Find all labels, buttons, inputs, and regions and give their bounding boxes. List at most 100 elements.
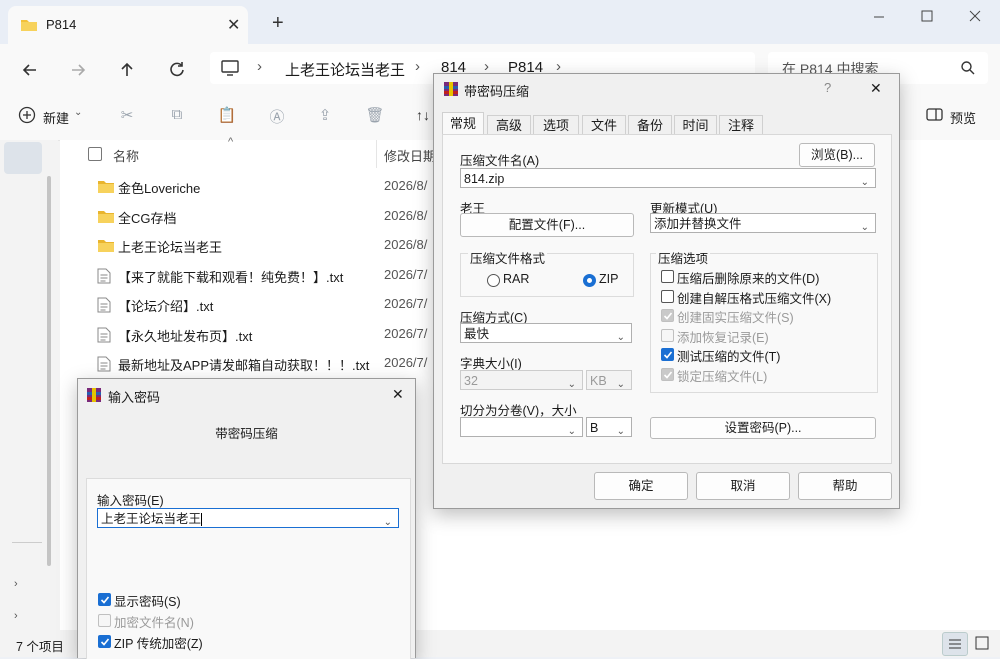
expand-chevron-icon[interactable]: › <box>14 578 18 590</box>
chevron-down-icon: ⌄ <box>567 426 576 437</box>
zip-legacy-encryption-checkbox[interactable] <box>98 635 111 648</box>
archiving-options-group: 压缩选项 压缩后删除原来的文件(D) 创建自解压格式压缩文件(X) 创建固实压缩文件… <box>650 248 878 393</box>
cancel-button[interactable]: 取消 <box>696 472 790 500</box>
window-close-icon[interactable] <box>952 6 998 28</box>
refresh-icon[interactable] <box>165 58 189 82</box>
forward-arrow-icon[interactable] <box>66 58 90 82</box>
file-name: 【永久地址发布页】.txt <box>118 328 253 344</box>
folder-icon <box>20 17 38 32</box>
sort-button[interactable]: ↑↓ <box>416 107 430 123</box>
file-date: 2026/7/ <box>384 296 428 311</box>
folder-icon <box>97 179 115 194</box>
navigation-pane: › › <box>0 140 58 630</box>
search-icon <box>960 60 976 76</box>
copy-icon[interactable]: ⧉ <box>166 106 188 126</box>
column-header-name[interactable]: 名称 <box>113 146 139 165</box>
password-input[interactable]: 上老王论坛当老王 ⌄ <box>97 508 399 528</box>
text-file-icon <box>97 356 111 372</box>
tab-5[interactable]: 时间 <box>674 115 717 134</box>
tab-1[interactable]: 高级 <box>487 115 531 134</box>
share-icon[interactable]: ⇪ <box>314 106 336 126</box>
new-button[interactable]: 新建 <box>43 108 69 127</box>
select-all-checkbox[interactable] <box>88 147 102 161</box>
help-button[interactable]: 帮助 <box>798 472 892 500</box>
encrypt-filenames-checkbox[interactable] <box>98 614 111 627</box>
rar-radio[interactable] <box>487 274 500 287</box>
create-solid-checkbox[interactable] <box>661 309 674 323</box>
tiles-view-icon[interactable] <box>970 632 994 654</box>
file-name: 【来了就能下载和观看！纯免费！】.txt <box>118 269 344 285</box>
create-sfx-checkbox[interactable] <box>661 289 674 303</box>
dialog-title: 带密码压缩 <box>464 84 530 99</box>
archive-name-input[interactable]: 814.zip ⌄ <box>460 168 876 188</box>
dialog-close-icon[interactable]: ✕ <box>870 80 882 97</box>
file-date: 2026/7/ <box>384 266 428 282</box>
nav-scrollbar[interactable] <box>47 176 51 566</box>
archiving-options-label: 压缩选项 <box>656 248 711 267</box>
chevron-right-icon: › <box>257 58 262 75</box>
rar-label: RAR <box>503 272 530 286</box>
update-mode-select[interactable]: 添加并替换文件 ⌄ <box>650 213 876 233</box>
tab-close-icon[interactable]: ✕ <box>227 15 240 35</box>
chevron-down-icon: ⌄ <box>616 379 625 390</box>
help-icon[interactable]: ? <box>824 80 831 95</box>
nav-divider <box>12 542 42 543</box>
password-panel: 输入密码(E) 上老王论坛当老王 ⌄ 显示密码(S) 加密文件名(N) ZIP 传… <box>86 478 411 659</box>
browse-button[interactable]: 浏览(B)... <box>799 143 875 167</box>
text-file-icon <box>97 268 111 284</box>
dictionary-size-select[interactable]: 32 ⌄ <box>460 370 583 390</box>
delete-icon[interactable]: 🗑 <box>364 106 386 126</box>
delete-after-archiving-checkbox[interactable] <box>661 270 674 283</box>
sort-ascending-icon: ^ <box>228 136 234 148</box>
show-password-checkbox[interactable] <box>98 593 111 606</box>
preview-pane-icon[interactable] <box>926 107 944 123</box>
item-count: 7 个项目 <box>16 640 64 654</box>
chevron-down-icon[interactable]: ⌄ <box>74 107 82 118</box>
profiles-button[interactable]: 配置文件(F)... <box>460 213 634 237</box>
chevron-right-icon: › <box>415 58 420 75</box>
cut-icon[interactable]: ✂ <box>116 106 138 126</box>
encrypt-filenames-label: 加密文件名(N) <box>114 616 194 630</box>
new-tab-button[interactable]: + <box>272 12 284 35</box>
create-solid-label: 创建固实压缩文件(S) <box>677 311 794 326</box>
set-password-button[interactable]: 设置密码(P)... <box>650 417 876 439</box>
split-unit-select[interactable]: B ⌄ <box>586 417 632 437</box>
file-name: 最新地址及APP请发邮箱自动获取！！！.txt <box>118 358 370 373</box>
rename-icon[interactable]: Ⓐ <box>266 106 288 126</box>
lock-archive-checkbox[interactable] <box>661 368 674 381</box>
maximize-icon[interactable] <box>904 6 950 28</box>
tab-0[interactable]: 常规 <box>442 112 484 134</box>
preview-button[interactable]: 预览 <box>950 108 976 127</box>
column-header-modified[interactable]: 修改日期 <box>384 146 436 165</box>
breadcrumb-root[interactable]: 上老王论坛当老王 <box>285 59 405 80</box>
compression-method-select[interactable]: 最快 ⌄ <box>460 323 632 343</box>
dialog-title: 输入密码 <box>108 390 161 405</box>
chevron-down-icon: ⌄ <box>383 517 392 528</box>
details-view-icon[interactable] <box>942 632 968 656</box>
minimize-icon[interactable] <box>856 6 902 28</box>
new-icon[interactable] <box>18 106 36 124</box>
test-archived-files-checkbox[interactable] <box>661 348 674 362</box>
back-arrow-icon[interactable] <box>18 58 42 82</box>
ok-button[interactable]: 确定 <box>594 472 688 500</box>
up-arrow-icon[interactable] <box>115 58 139 82</box>
tab-p814[interactable]: P814 ✕ <box>8 6 248 44</box>
file-name: 【论坛介绍】.txt <box>118 299 214 314</box>
expand-chevron-icon[interactable]: › <box>14 610 18 622</box>
tab-3[interactable]: 文件 <box>582 115 626 134</box>
winrar-icon <box>86 387 102 403</box>
split-size-input[interactable]: ⌄ <box>460 417 583 437</box>
create-sfx-label: 创建自解压格式压缩文件(X) <box>677 291 832 306</box>
add-recovery-record-checkbox[interactable] <box>661 328 674 342</box>
nav-selected-item[interactable] <box>4 142 42 174</box>
tab-4[interactable]: 备份 <box>628 115 672 134</box>
tab-6[interactable]: 注释 <box>719 115 763 134</box>
paste-icon[interactable]: 📋 <box>216 106 238 126</box>
tab-2[interactable]: 选项 <box>533 115 579 134</box>
chevron-down-icon: ⌄ <box>567 379 576 390</box>
zip-radio[interactable] <box>583 274 596 287</box>
dictionary-unit-select[interactable]: KB ⌄ <box>586 370 632 390</box>
tab-panel-general: 压缩文件名(A) 浏览(B)... 814.zip ⌄ 老王 配置文件(F)...… <box>442 134 892 464</box>
tab-strip: 常规 高级 选项 文件 备份 时间 注释 <box>442 112 882 134</box>
dialog-close-icon[interactable]: ✕ <box>392 386 404 403</box>
